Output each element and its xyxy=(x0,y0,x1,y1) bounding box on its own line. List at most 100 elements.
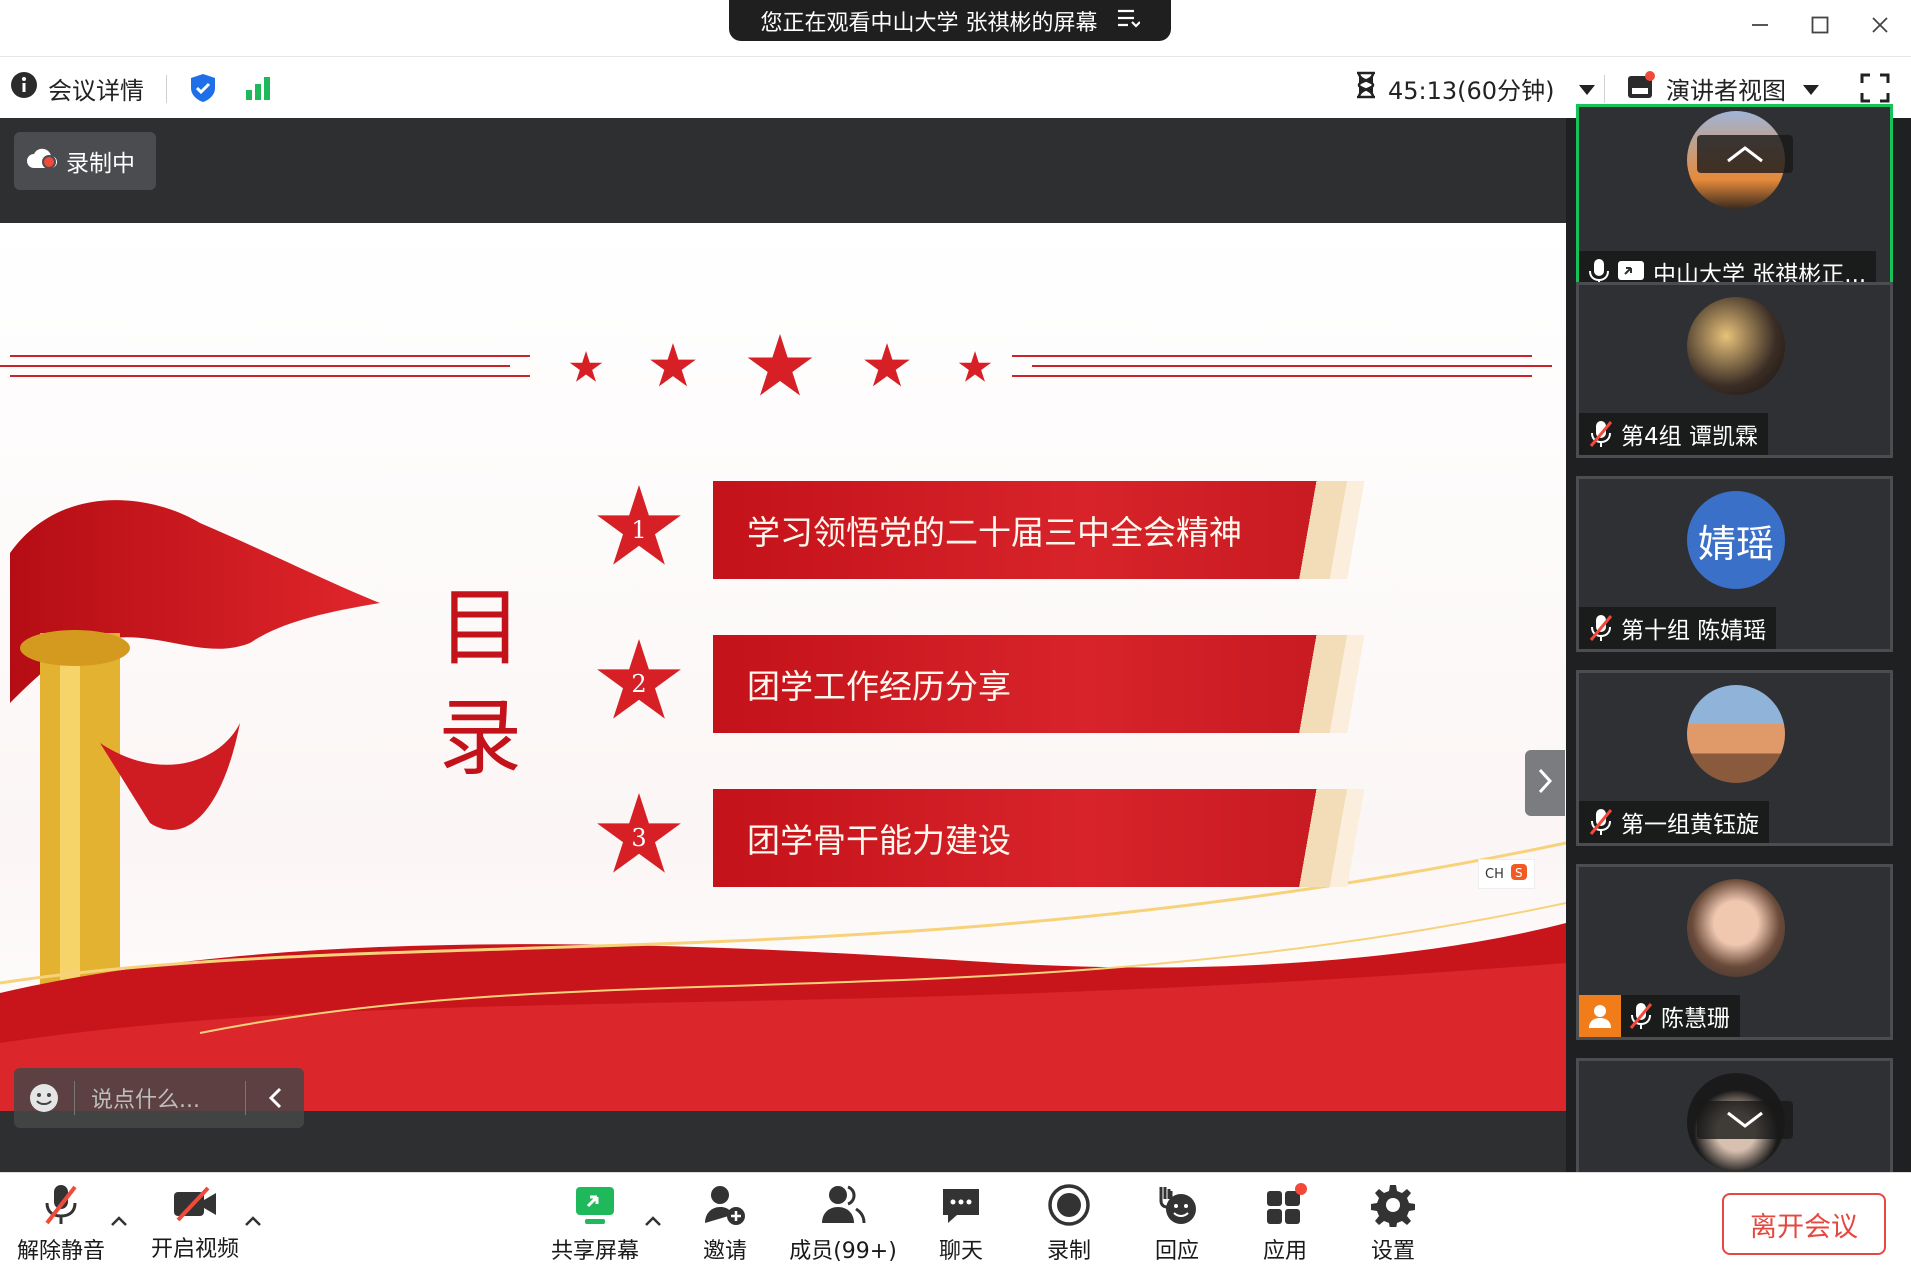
apps-button[interactable]: 应用 xyxy=(1230,1183,1340,1264)
mic-muted-icon xyxy=(1589,809,1613,835)
reactions-button[interactable]: 回应 xyxy=(1122,1183,1232,1264)
shared-screen-stage: 录制中 目 录 1 学习领悟党的二十届三中全会精神 2 团学工作经历分享 3 团… xyxy=(0,118,1566,1172)
gear-icon xyxy=(1370,1183,1416,1227)
recording-label: 录制中 xyxy=(66,151,135,177)
participant-name: 陈慧珊 xyxy=(1661,1006,1730,1032)
chevron-up-icon[interactable] xyxy=(644,1211,662,1232)
toc-title: 目 录 xyxy=(438,573,522,793)
screen-share-icon xyxy=(572,1183,618,1227)
toc-number: 3 xyxy=(631,824,647,852)
toc-item: 学习领悟党的二十届三中全会精神 xyxy=(713,481,1369,579)
participant-name: 第十组 陈婧瑶 xyxy=(1621,618,1767,644)
divider xyxy=(166,75,167,103)
reactions-label: 回应 xyxy=(1154,1239,1199,1264)
participant-name-bar: 陈慧珊 xyxy=(1579,995,1740,1037)
chevron-up-icon[interactable] xyxy=(110,1211,128,1232)
recording-badge[interactable]: 录制中 xyxy=(14,132,156,190)
screen-share-icon xyxy=(1618,261,1644,280)
avatar xyxy=(1687,879,1785,977)
members-icon xyxy=(820,1183,866,1227)
record-icon xyxy=(1046,1183,1092,1227)
settings-label: 设置 xyxy=(1370,1239,1415,1264)
scroll-up-button[interactable] xyxy=(1697,135,1793,173)
toc-item-text: 团学骨干能力建设 xyxy=(747,821,1011,860)
divider xyxy=(1604,75,1605,103)
mic-muted-icon xyxy=(1589,615,1613,641)
avatar xyxy=(1687,685,1785,783)
participant-name-bar: 第4组 谭凯霖 xyxy=(1579,413,1768,455)
host-icon xyxy=(1579,995,1621,1037)
toc-title-char: 目 xyxy=(438,579,523,677)
participant-name-bar: 第一组黄钰旋 xyxy=(1579,801,1769,843)
chat-icon xyxy=(938,1183,984,1227)
settings-button[interactable]: 设置 xyxy=(1338,1183,1448,1264)
mic-muted-icon xyxy=(38,1183,84,1227)
toc-star: 1 xyxy=(594,481,684,571)
members-button[interactable]: 成员(99+) xyxy=(788,1183,898,1264)
hourglass-icon xyxy=(1354,71,1378,105)
meeting-toolbar: 解除静音 开启视频 共享屏幕 邀请 成员(99+) 聊天 录制 回应 应用 设置… xyxy=(0,1172,1911,1271)
participant-name: 第一组黄钰旋 xyxy=(1621,812,1759,838)
sogou-icon: S xyxy=(1510,863,1528,885)
participant-tile[interactable]: 中山大学 张祺彬正... xyxy=(1576,104,1893,296)
speaker-view-icon xyxy=(1626,70,1656,106)
maximize-icon[interactable] xyxy=(1800,10,1840,40)
record-button[interactable]: 录制 xyxy=(1014,1183,1124,1264)
presentation-slide: 目 录 1 学习领悟党的二十届三中全会精神 2 团学工作经历分享 3 团学骨干能… xyxy=(0,223,1566,1111)
invite-button[interactable]: 邀请 xyxy=(670,1183,780,1264)
share-banner[interactable]: 您正在观看中山大学 张祺彬的屏幕 xyxy=(729,0,1171,41)
participant-tile[interactable]: 第4组 谭凯霖 xyxy=(1576,282,1893,458)
share-screen-button[interactable]: 共享屏幕 xyxy=(540,1183,650,1264)
chevron-right-icon xyxy=(1537,767,1553,799)
toc-item-text: 团学工作经历分享 xyxy=(747,667,1011,706)
toc-star: 2 xyxy=(594,635,684,725)
avatar xyxy=(1687,297,1785,395)
toc-item-text: 学习领悟党的二十届三中全会精神 xyxy=(747,513,1242,552)
close-icon[interactable] xyxy=(1860,10,1900,40)
participant-name-bar: 第十组 陈婧瑶 xyxy=(1579,607,1777,649)
record-label: 录制 xyxy=(1046,1239,1091,1264)
signal-icon[interactable] xyxy=(244,57,274,119)
chat-button[interactable]: 聊天 xyxy=(906,1183,1016,1264)
meeting-details-button[interactable]: 会议详情 xyxy=(10,57,144,119)
toc-item: 团学骨干能力建设 xyxy=(713,789,1369,887)
start-video-button[interactable]: 开启视频 xyxy=(140,1183,250,1263)
toc-number: 1 xyxy=(631,516,647,544)
chevron-up-icon[interactable] xyxy=(244,1211,262,1232)
raise-hand-icon xyxy=(1154,1183,1200,1227)
menu-icon[interactable] xyxy=(1116,7,1141,35)
emoji-icon[interactable] xyxy=(14,1083,74,1113)
share-screen-label: 共享屏幕 xyxy=(550,1239,639,1264)
participant-tile[interactable]: 婧瑶 第十组 陈婧瑶 xyxy=(1576,476,1893,652)
toc-star: 3 xyxy=(594,789,684,879)
view-mode-label: 演讲者视图 xyxy=(1666,76,1786,105)
meeting-details-label: 会议详情 xyxy=(48,76,144,105)
share-banner-text: 您正在观看中山大学 张祺彬的屏幕 xyxy=(760,10,1098,36)
avatar-initials: 婧瑶 xyxy=(1697,521,1774,566)
ime-indicator[interactable]: CH S xyxy=(1478,859,1535,889)
chat-placeholder: 说点什么... xyxy=(91,1088,200,1113)
avatar: 婧瑶 xyxy=(1687,491,1785,589)
svg-text:S: S xyxy=(1515,866,1523,880)
next-page-button[interactable] xyxy=(1525,750,1565,816)
participant-gallery: 中山大学 张祺彬正... 第4组 谭凯霖 婧瑶 第十组 陈婧瑶 第一组黄钰旋 陈… xyxy=(1566,104,1911,1234)
chevron-down-icon[interactable] xyxy=(1802,74,1820,102)
leave-meeting-button[interactable]: 离开会议 xyxy=(1722,1193,1886,1255)
participant-tile[interactable]: 陈慧珊 xyxy=(1576,864,1893,1040)
shield-icon[interactable] xyxy=(188,57,218,119)
timer[interactable]: 45:13(60分钟) xyxy=(1354,57,1596,119)
cloud-record-icon xyxy=(26,146,58,176)
unmute-button[interactable]: 解除静音 xyxy=(6,1183,116,1264)
participant-tile[interactable]: 第一组黄钰旋 xyxy=(1576,670,1893,846)
apps-label: 应用 xyxy=(1262,1239,1307,1264)
unmute-label: 解除静音 xyxy=(16,1239,105,1264)
chat-input[interactable]: 说点什么... xyxy=(14,1068,304,1128)
minimize-icon[interactable] xyxy=(1740,10,1780,40)
scroll-down-button[interactable] xyxy=(1697,1101,1793,1139)
title-bar: 您正在观看中山大学 张祺彬的屏幕 xyxy=(0,0,1911,56)
members-label: 成员(99+) xyxy=(789,1239,897,1264)
chevron-left-icon[interactable] xyxy=(246,1087,304,1109)
chevron-down-icon[interactable] xyxy=(1578,74,1596,102)
participant-name: 第4组 谭凯霖 xyxy=(1621,424,1758,450)
chevron-up-icon xyxy=(1727,146,1763,163)
